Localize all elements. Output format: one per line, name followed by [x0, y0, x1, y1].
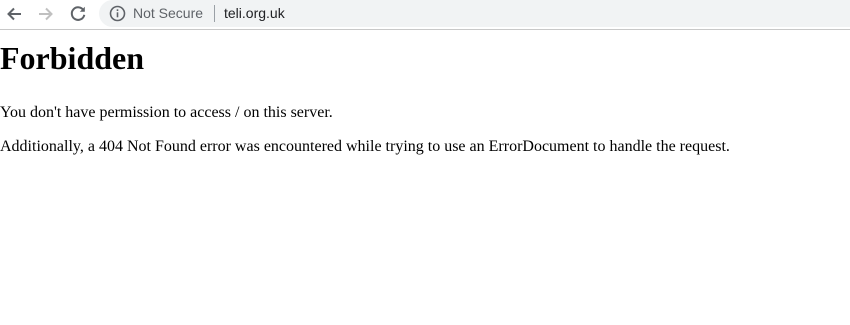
reload-button[interactable] [67, 3, 89, 25]
arrow-left-icon [7, 7, 21, 21]
forward-button[interactable] [35, 3, 57, 25]
page-content: Forbidden You don't have permission to a… [0, 31, 850, 156]
url-text[interactable]: teli.org.uk [224, 4, 285, 23]
address-bar[interactable]: Not Secure teli.org.uk [99, 0, 850, 27]
arrow-right-icon [39, 7, 53, 21]
back-button[interactable] [3, 3, 25, 25]
omnibox-divider [214, 5, 215, 22]
browser-toolbar: Not Secure teli.org.uk [0, 0, 850, 30]
security-status-label[interactable]: Not Secure [133, 4, 203, 23]
info-circle-icon[interactable] [109, 5, 126, 22]
error-message: You don't have permission to access / on… [0, 104, 333, 121]
page-title: Forbidden [0, 40, 145, 76]
reload-icon [70, 6, 86, 21]
error-details: Additionally, a 404 Not Found error was … [0, 138, 730, 155]
